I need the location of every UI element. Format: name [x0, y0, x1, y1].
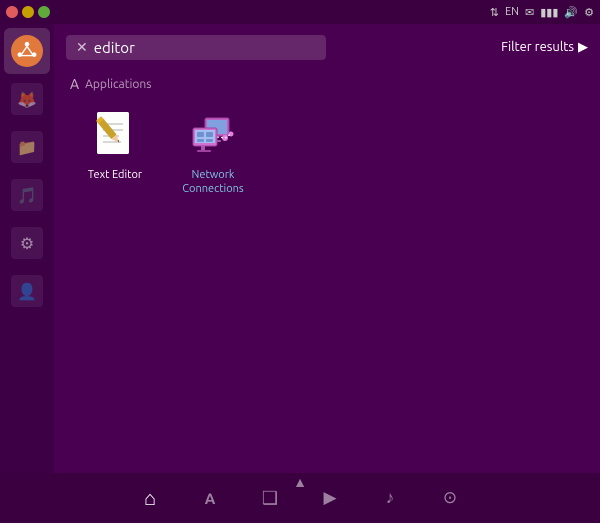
top-bar: ⇅ EN ✉ ▮▮▮ 🔊 ⚙ — [0, 0, 600, 24]
applications-icon: A — [70, 76, 79, 92]
bottom-photos-icon[interactable]: ⊙ — [432, 480, 468, 516]
keyboard-layout-icon: EN — [505, 6, 519, 18]
network-connections-svg — [187, 110, 239, 162]
sidebar-item-music[interactable]: 🎵 — [4, 172, 50, 218]
maximize-button[interactable] — [38, 6, 50, 18]
battery-icon: ▮▮▮ — [540, 6, 558, 19]
settings-icon[interactable]: ⚙ — [584, 6, 594, 19]
sidebar-item-files[interactable]: 📁 — [4, 124, 50, 170]
search-wrapper[interactable]: ✕ — [66, 35, 326, 60]
app-network-connections[interactable]: Network Connections — [168, 104, 258, 203]
transfer-icon: ⇅ — [490, 6, 499, 19]
text-editor-label: Text Editor — [88, 168, 142, 182]
bottom-bar: ▲ ⌂ A ❑ ▶ ♪ ⊙ — [0, 473, 600, 523]
system-tray: ⇅ EN ✉ ▮▮▮ 🔊 ⚙ — [490, 6, 594, 19]
volume-icon: 🔊 — [564, 6, 578, 19]
apps-grid: Text Editor — [54, 96, 600, 211]
search-input[interactable] — [94, 39, 294, 56]
files-icon: 📁 — [11, 131, 43, 163]
minimize-button[interactable] — [22, 6, 34, 18]
music-icon: 🎵 — [11, 179, 43, 211]
sidebar: 🦊 📁 🎵 ⚙ 👤 — [0, 24, 54, 473]
section-applications: A Applications — [54, 70, 600, 96]
app-text-editor[interactable]: Text Editor — [70, 104, 160, 203]
mail-icon: ✉ — [525, 6, 534, 19]
bottom-music-icon[interactable]: ♪ — [372, 480, 408, 516]
sidebar-item-settings[interactable]: ⚙ — [4, 220, 50, 266]
search-bar: ✕ Filter results ▶ — [54, 24, 600, 70]
network-connections-icon-area — [187, 110, 239, 162]
gear-icon: ⚙ — [11, 227, 43, 259]
applications-label: Applications — [85, 78, 151, 91]
sidebar-item-ubuntu[interactable] — [4, 28, 50, 74]
firefox-icon: 🦊 — [11, 83, 43, 115]
sidebar-item-firefox[interactable]: 🦊 — [4, 76, 50, 122]
content-area: ✕ Filter results ▶ A Applications — [54, 24, 600, 473]
ubuntu-logo — [11, 35, 43, 67]
bottom-video-icon[interactable]: ▶ — [312, 480, 348, 516]
avatar-icon: 👤 — [11, 275, 43, 307]
filter-arrow-icon: ▶ — [578, 40, 588, 55]
bottom-apps-icon[interactable]: A — [192, 480, 228, 516]
search-clear-icon[interactable]: ✕ — [76, 39, 88, 56]
text-editor-icon-area — [89, 110, 141, 162]
scroll-up-arrow: ▲ — [293, 474, 307, 490]
bottom-home-icon[interactable]: ⌂ — [132, 480, 168, 516]
filter-results-label: Filter results — [501, 40, 574, 54]
sidebar-item-avatar[interactable]: 👤 — [4, 268, 50, 314]
network-connections-label: Network Connections — [174, 168, 252, 197]
main-layout: 🦊 📁 🎵 ⚙ 👤 ✕ Filter results ▶ — [0, 24, 600, 473]
text-editor-svg — [91, 110, 139, 162]
window-controls — [6, 6, 50, 18]
filter-results-button[interactable]: Filter results ▶ — [501, 40, 588, 55]
bottom-files-icon[interactable]: ❑ — [252, 480, 288, 516]
close-button[interactable] — [6, 6, 18, 18]
